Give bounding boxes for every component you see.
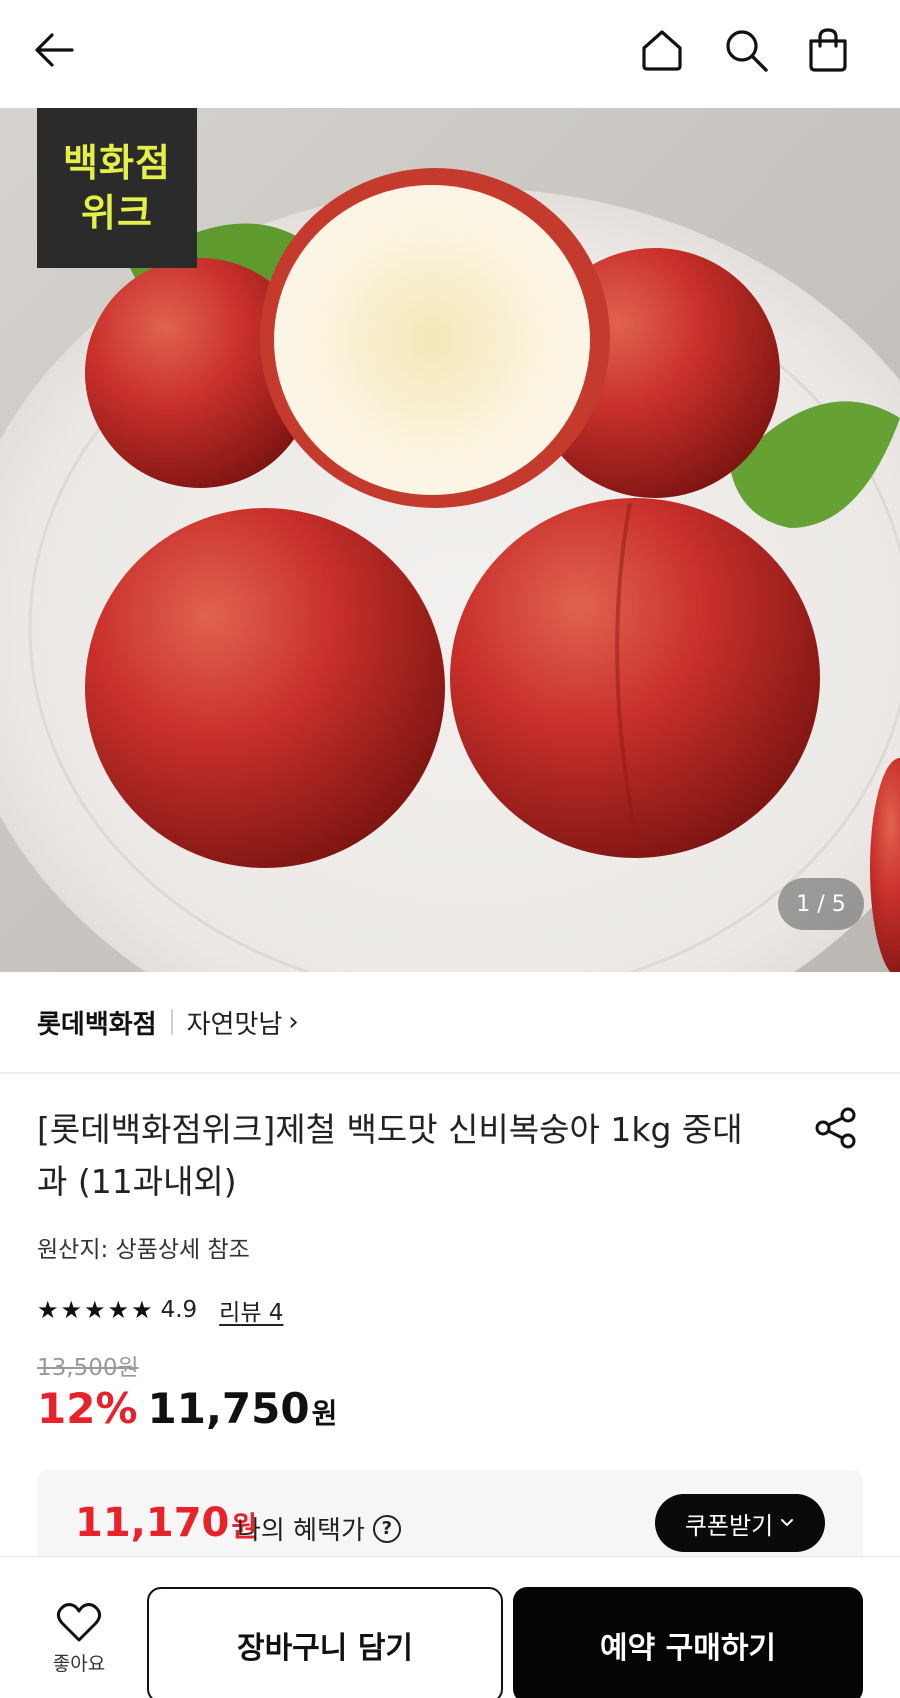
heart-icon (56, 1603, 102, 1642)
discount-rate: 12% (37, 1384, 138, 1433)
coupon-label: 쿠폰받기 (684, 1511, 774, 1540)
store-name: 자연맛남 (186, 1009, 283, 1040)
product-title: [롯데백화점위크]제철 백도맛 신비복숭아 1kg 중대과 (11과내외) (37, 1110, 743, 1201)
review-link[interactable]: 리뷰 4 (219, 1293, 283, 1327)
add-to-cart-button[interactable]: 장바구니 담기 (147, 1587, 503, 1698)
badge-line-2: 위크 (81, 191, 153, 235)
chevron-down-icon (781, 1519, 794, 1526)
section-divider (0, 1072, 900, 1074)
benefit-label: 나의 혜택가 (237, 1516, 365, 1546)
store-link[interactable]: 자연맛남 › (187, 1004, 299, 1041)
brand-breadcrumb: 롯데백화점 자연맛남 › (37, 1002, 299, 1042)
badge-line-1: 백화점 (63, 141, 171, 185)
benefit-label-row: 나의 혜택가 ? (237, 1510, 401, 1547)
star-icon: ★ (107, 1296, 130, 1324)
home-icon[interactable] (632, 20, 692, 80)
price-currency: 원 (311, 1397, 338, 1430)
price-row: 12% 11,750 원 (37, 1384, 337, 1444)
sale-price: 11,750 (147, 1384, 310, 1433)
brand-name[interactable]: 롯데백화점 (37, 1004, 157, 1041)
department-store-week-badge: 백화점 위크 (37, 108, 197, 268)
star-icon: ★ (131, 1296, 153, 1324)
top-navigation-bar (0, 0, 900, 108)
star-icon: ★ (84, 1296, 106, 1324)
brand-separator (170, 1009, 173, 1035)
shopping-bag-icon[interactable] (798, 20, 858, 80)
like-label: 좋아요 (52, 1653, 106, 1675)
reserve-purchase-button[interactable]: 예약 구매하기 (513, 1587, 863, 1698)
original-price: 13,500원 (37, 1355, 139, 1381)
rating-score: 4.9 (160, 1297, 198, 1323)
star-icon: ★ (37, 1296, 59, 1324)
share-icon[interactable] (808, 1100, 864, 1156)
benefit-price-value: 11,170 (75, 1500, 230, 1546)
rating-stars: ★ ★ ★ ★ ★ (37, 1298, 153, 1322)
rating-row: ★ ★ ★ ★ ★ 4.9 리뷰 4 (37, 1290, 283, 1330)
bottom-action-bar: 좋아요 장바구니 담기 예약 구매하기 (0, 1556, 900, 1698)
get-coupon-button[interactable]: 쿠폰받기 (655, 1494, 825, 1552)
star-icon: ★ (60, 1296, 83, 1324)
like-button[interactable]: 좋아요 (38, 1601, 120, 1691)
arrow-left-icon[interactable] (24, 20, 84, 80)
search-icon[interactable] (716, 20, 776, 80)
chevron-right-icon: › (288, 1007, 299, 1037)
question-circle-icon[interactable]: ? (372, 1514, 401, 1543)
benefit-price: 11,170 원 (75, 1500, 257, 1546)
image-counter: 1 / 5 (778, 878, 864, 930)
origin-info: 원산지: 상품상세 참조 (37, 1237, 250, 1263)
product-image-carousel[interactable]: 백화점 위크 1 / 5 (0, 108, 900, 972)
